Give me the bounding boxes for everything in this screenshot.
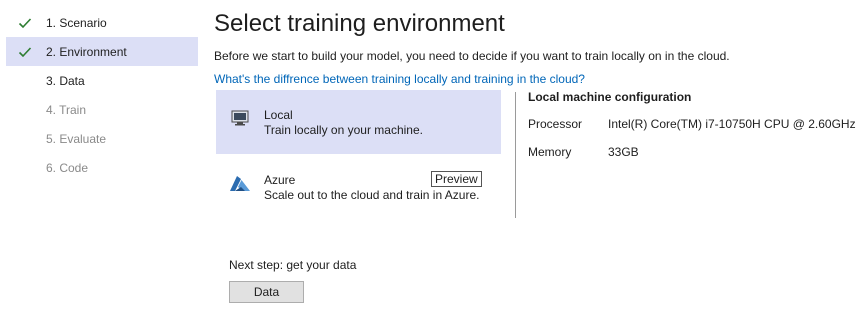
monitor-icon	[216, 90, 264, 126]
config-row-memory: Memory 33GB	[528, 145, 639, 159]
config-value: 33GB	[608, 145, 639, 159]
step-label: 1. Scenario	[46, 15, 107, 30]
step-data[interactable]: 3. Data	[0, 66, 198, 95]
checkmark-icon	[18, 45, 38, 59]
data-button[interactable]: Data	[229, 281, 304, 303]
azure-option-description: Scale out to the cloud and train in Azur…	[264, 188, 480, 202]
local-option[interactable]: Local Train locally on your machine.	[216, 90, 501, 154]
step-label: 6. Code	[46, 160, 89, 175]
step-environment[interactable]: 2. Environment	[6, 37, 198, 66]
preview-badge: Preview	[431, 171, 482, 187]
step-label: 5. Evaluate	[46, 131, 107, 146]
azure-icon	[216, 155, 264, 193]
config-value: Intel(R) Core(TM) i7-10750H CPU @ 2.60GH…	[608, 117, 856, 131]
step-evaluate: 5. Evaluate	[0, 124, 198, 153]
step-scenario[interactable]: 1. Scenario	[0, 8, 198, 37]
config-title: Local machine configuration	[528, 90, 692, 104]
intro-text: Before we start to build your model, you…	[214, 49, 730, 63]
config-row-processor: Processor Intel(R) Core(TM) i7-10750H CP…	[528, 117, 856, 131]
step-train: 4. Train	[0, 95, 198, 124]
step-label: 4. Train	[46, 102, 87, 117]
page-title: Select training environment	[214, 10, 505, 37]
step-label: 2. Environment	[46, 44, 127, 59]
wizard-steps-sidebar: 1. Scenario 2. Environment 3. Data 4. Tr…	[0, 8, 198, 182]
local-option-name: Local	[264, 108, 293, 122]
training-difference-link[interactable]: What's the diffrence between training lo…	[214, 72, 585, 86]
checkmark-icon	[18, 16, 38, 30]
config-key: Memory	[528, 145, 572, 159]
local-option-description: Train locally on your machine.	[264, 123, 423, 137]
next-step-text: Next step: get your data	[229, 258, 357, 272]
step-label: 3. Data	[46, 73, 85, 88]
azure-option[interactable]: Azure Scale out to the cloud and train i…	[216, 155, 501, 219]
step-code: 6. Code	[0, 153, 198, 182]
config-key: Processor	[528, 117, 583, 131]
vertical-divider	[515, 92, 516, 218]
